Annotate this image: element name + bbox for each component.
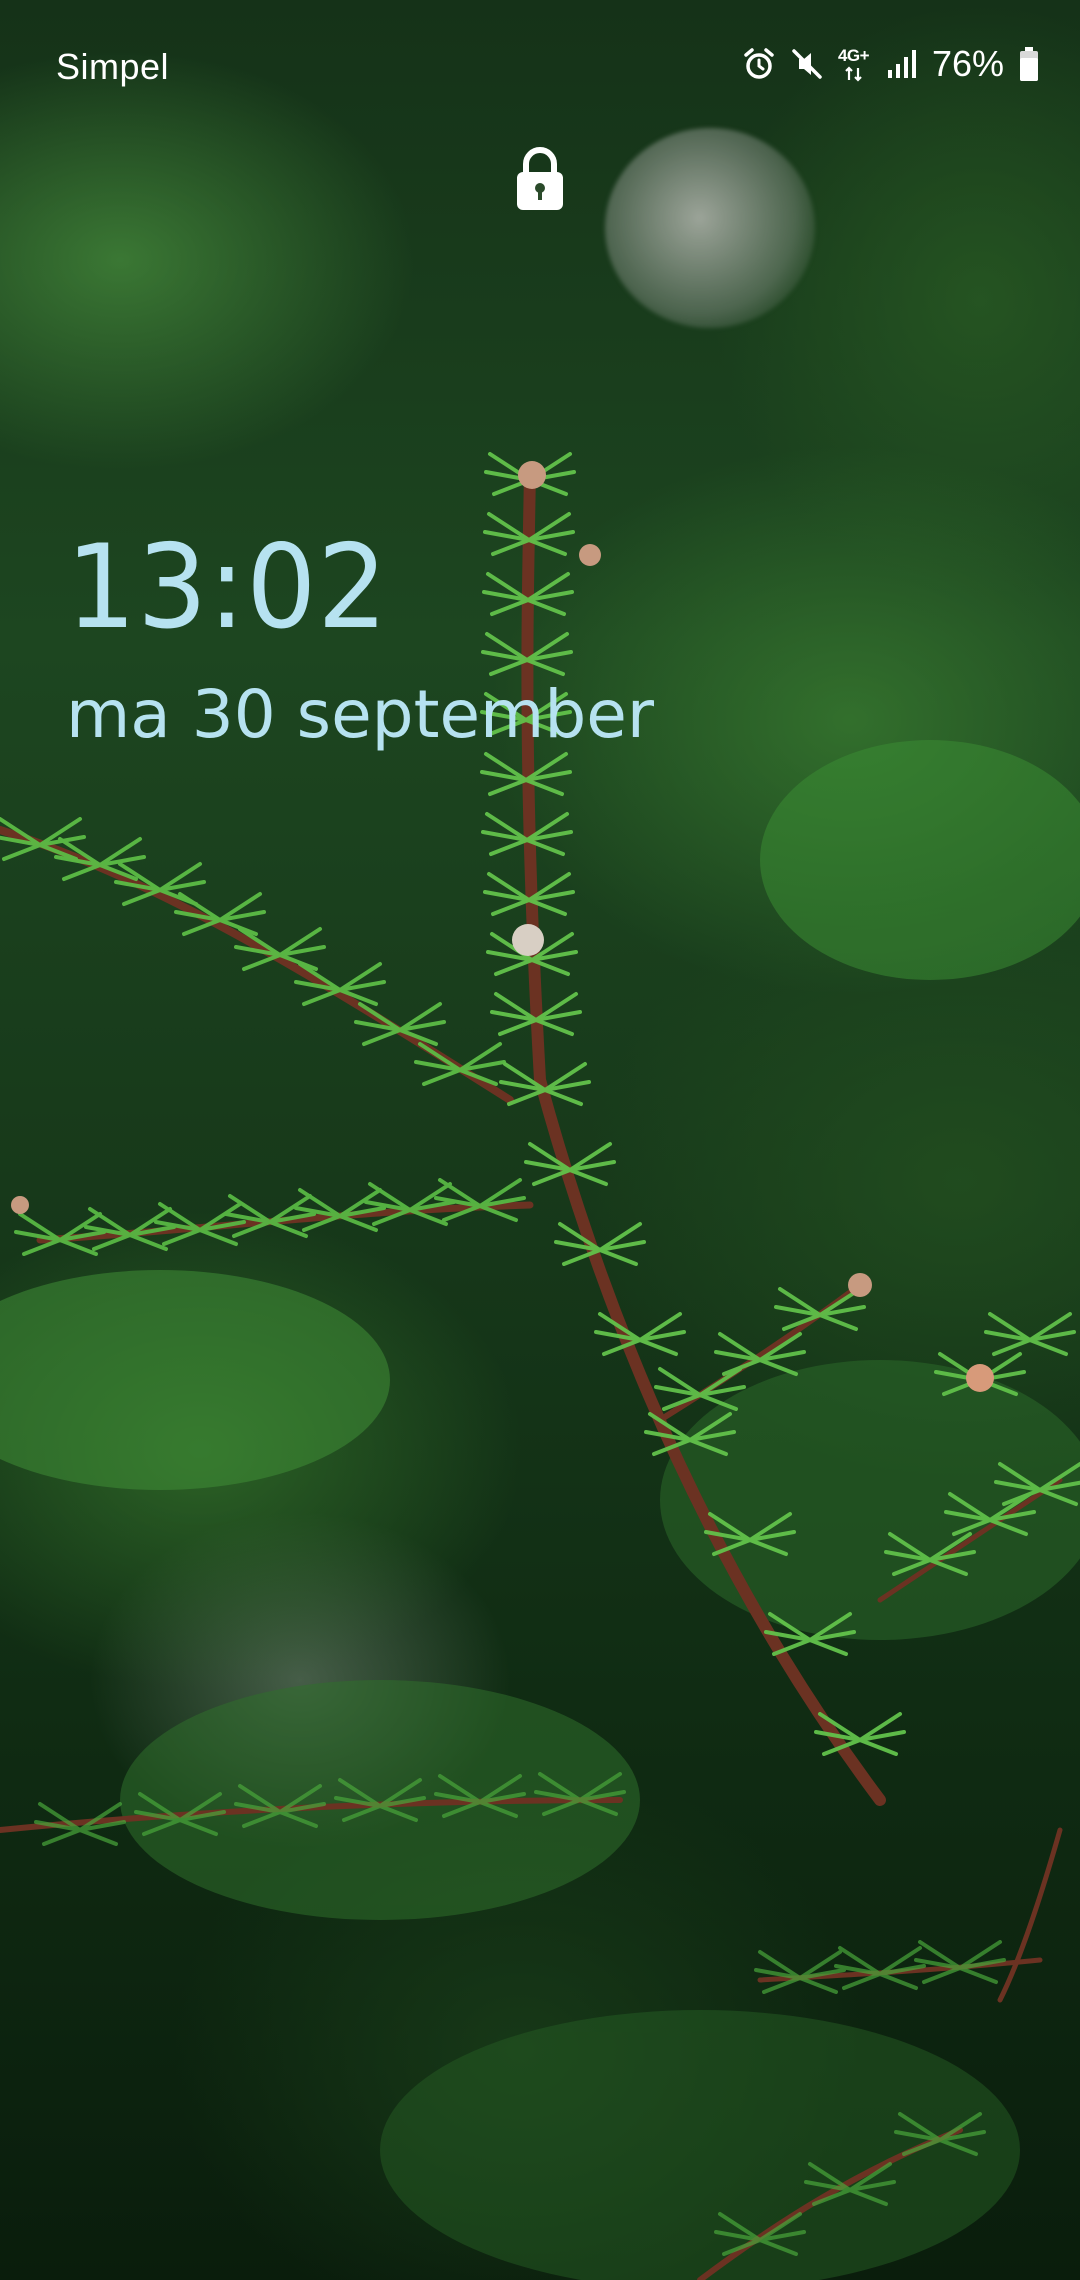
lock-screen: Simpel 4G+ 76% 13:02 ma 30 september xyxy=(0,0,1080,2280)
lock-screen-clock[interactable]: 13:02 xyxy=(66,520,388,655)
alarm-icon xyxy=(744,48,774,79)
network-4g-icon: 4G+ xyxy=(838,44,872,84)
mute-icon xyxy=(792,49,822,79)
status-bar: Simpel 4G+ 76% xyxy=(0,0,1080,130)
lock-screen-date: ma 30 september xyxy=(66,676,654,753)
status-icons: 4G+ 76% xyxy=(742,42,1040,86)
battery-percent: 76% xyxy=(931,43,1004,84)
lock-icon[interactable] xyxy=(514,144,566,214)
carrier-label: Simpel xyxy=(56,46,170,87)
wallpaper-fir-branch xyxy=(0,452,1080,2280)
battery-icon xyxy=(1020,47,1038,81)
signal-icon xyxy=(887,50,916,78)
